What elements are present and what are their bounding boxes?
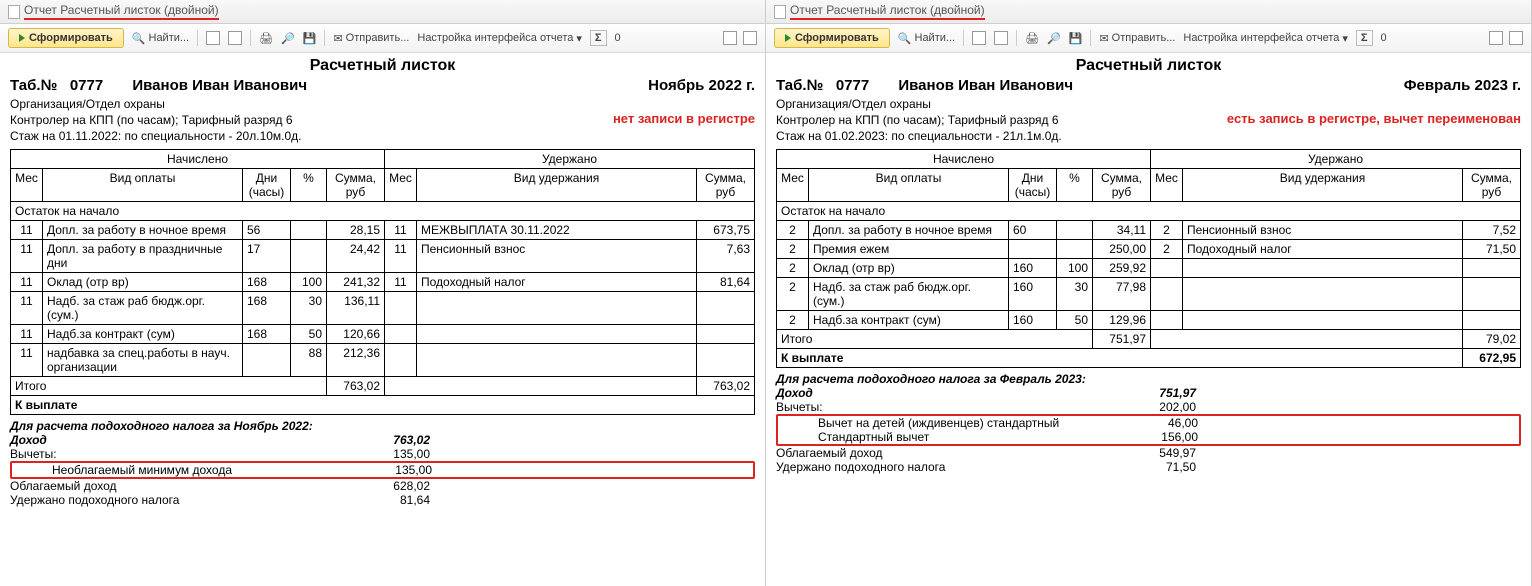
- header-row: Таб.№ 0777 Иванов Иван Иванович Ноябрь 2…: [10, 77, 755, 94]
- table-row: 2 Премия ежем 250,00 2 Подоходный налог …: [777, 239, 1521, 258]
- preview-icon[interactable]: 🔎: [1047, 32, 1061, 45]
- tab-no: 0777: [70, 77, 103, 94]
- tool-icon[interactable]: [723, 31, 737, 45]
- settings-link[interactable]: Настройка интерфейса отчета▾: [1183, 32, 1348, 45]
- save-icon[interactable]: 💾: [1069, 32, 1083, 45]
- right-pane: Отчет Расчетный листок (двойной) Сформир…: [766, 0, 1532, 586]
- payroll-table: Начислено Удержано Мес Вид оплаты Дни (ч…: [776, 149, 1521, 368]
- org-info: Организация/Отдел охраны Контролер на КП…: [776, 96, 1521, 145]
- annotation: есть запись в регистре, вычет переименов…: [1227, 110, 1521, 128]
- play-icon: [785, 34, 791, 42]
- to-pay-row: К выплате: [11, 395, 755, 414]
- tool-icon[interactable]: [1509, 31, 1523, 45]
- highlighted-deduction-row: Необлагаемый минимум дохода 135,00: [10, 461, 755, 479]
- counter: 0: [1381, 32, 1387, 44]
- tax-block: Для расчета подоходного налога за Ноябрь…: [10, 419, 755, 507]
- table-row: 11 Надб.за контракт (сум) 168 50 120,66: [11, 324, 755, 343]
- save-icon[interactable]: 💾: [303, 32, 317, 45]
- dropdown-icon: ▾: [576, 32, 582, 45]
- table-row: 2 Надб. за стаж раб бюдж.орг. (сум.) 160…: [777, 277, 1521, 310]
- opening-row: Остаток на начало: [11, 201, 755, 220]
- form-button[interactable]: Сформировать: [774, 28, 890, 48]
- search-icon: 🔍: [132, 32, 146, 45]
- header-row: Таб.№ 0777 Иванов Иван Иванович Февраль …: [776, 77, 1521, 94]
- play-icon: [19, 34, 25, 42]
- expand-icon[interactable]: [972, 31, 986, 45]
- tax-block: Для расчета подоходного налога за Феврал…: [776, 372, 1521, 474]
- sigma-button[interactable]: Σ: [1356, 30, 1373, 46]
- find-link[interactable]: 🔍 Найти...: [132, 32, 189, 45]
- table-row: 11 Оклад (отр вр) 168 100 241,32 11 Подо…: [11, 272, 755, 291]
- period: Февраль 2023 г.: [1404, 77, 1521, 94]
- total-row: Итого 751,97 79,02: [777, 329, 1521, 348]
- period: Ноябрь 2022 г.: [648, 77, 755, 94]
- highlighted-deduction-rows: Вычет на детей (иждивенцев) стандартный …: [776, 414, 1521, 446]
- search-icon: 🔍: [898, 32, 912, 45]
- left-pane: Отчет Расчетный листок (двойной) Сформир…: [0, 0, 766, 586]
- window-titlebar: Отчет Расчетный листок (двойной): [0, 0, 765, 24]
- table-row: 2 Допл. за работу в ночное время 60 34,1…: [777, 220, 1521, 239]
- document-icon: [774, 5, 786, 19]
- counter: 0: [615, 32, 621, 44]
- employee-name: Иванов Иван Иванович: [132, 77, 307, 94]
- send-link[interactable]: ✉ Отправить...: [333, 32, 409, 45]
- window-title: Отчет Расчетный листок (двойной): [24, 3, 219, 20]
- form-button-label: Сформировать: [795, 32, 879, 44]
- table-row: 11 Надб. за стаж раб бюдж.орг. (сум.) 16…: [11, 291, 755, 324]
- window-title: Отчет Расчетный листок (двойной): [790, 3, 985, 20]
- separator: [197, 30, 198, 46]
- preview-icon[interactable]: 🔎: [281, 32, 295, 45]
- separator: [324, 30, 325, 46]
- withheld-header: Удержано: [385, 149, 755, 168]
- form-button[interactable]: Сформировать: [8, 28, 124, 48]
- tax-title: Для расчета подоходного налога за Ноябрь…: [10, 419, 755, 433]
- sigma-button[interactable]: Σ: [590, 30, 607, 46]
- report-body: Расчетный листок Таб.№ 0777 Иванов Иван …: [766, 53, 1531, 586]
- toolbar: Сформировать 🔍 Найти... 🖨 🔎 💾 ✉ Отправит…: [0, 24, 765, 53]
- payroll-table: Начислено Удержано Мес Вид оплаты Дни (ч…: [10, 149, 755, 415]
- tool-icon[interactable]: [743, 31, 757, 45]
- form-button-label: Сформировать: [29, 32, 113, 44]
- report-title: Расчетный листок: [776, 57, 1521, 75]
- org-info: Организация/Отдел охраны Контролер на КП…: [10, 96, 755, 145]
- table-row: 11 Допл. за работу в ночное время 56 28,…: [11, 220, 755, 239]
- mail-icon: ✉: [1099, 32, 1108, 45]
- report-title: Расчетный листок: [10, 57, 755, 75]
- collapse-icon[interactable]: [228, 31, 242, 45]
- settings-link[interactable]: Настройка интерфейса отчета▾: [417, 32, 582, 45]
- find-link[interactable]: 🔍 Найти...: [898, 32, 955, 45]
- seniority-line: Стаж на 01.11.2022: по специальности - 2…: [10, 128, 755, 144]
- toolbar: Сформировать 🔍 Найти... 🖨 🔎 💾 ✉ Отправит…: [766, 24, 1531, 53]
- annotation: нет записи в регистре: [613, 110, 755, 128]
- mail-icon: ✉: [333, 32, 342, 45]
- expand-icon[interactable]: [206, 31, 220, 45]
- accrued-header: Начислено: [11, 149, 385, 168]
- print-icon[interactable]: 🖨: [1025, 32, 1039, 45]
- tab-no-label: Таб.№: [10, 77, 57, 94]
- table-row: 2 Оклад (отр вр) 160 100 259,92: [777, 258, 1521, 277]
- window-titlebar: Отчет Расчетный листок (двойной): [766, 0, 1531, 24]
- dropdown-icon: ▾: [1342, 32, 1348, 45]
- table-row: 11 Допл. за работу в праздничные дни 17 …: [11, 239, 755, 272]
- collapse-icon[interactable]: [994, 31, 1008, 45]
- table-row: 2 Надб.за контракт (сум) 160 50 129,96: [777, 310, 1521, 329]
- document-icon: [8, 5, 20, 19]
- tool-icon[interactable]: [1489, 31, 1503, 45]
- report-body: Расчетный листок Таб.№ 0777 Иванов Иван …: [0, 53, 765, 586]
- separator: [250, 30, 251, 46]
- total-row: Итого 763,02 763,02: [11, 376, 755, 395]
- send-link[interactable]: ✉ Отправить...: [1099, 32, 1175, 45]
- print-icon[interactable]: 🖨: [259, 32, 273, 45]
- table-row: 11 надбавка за спец.работы в науч. орган…: [11, 343, 755, 376]
